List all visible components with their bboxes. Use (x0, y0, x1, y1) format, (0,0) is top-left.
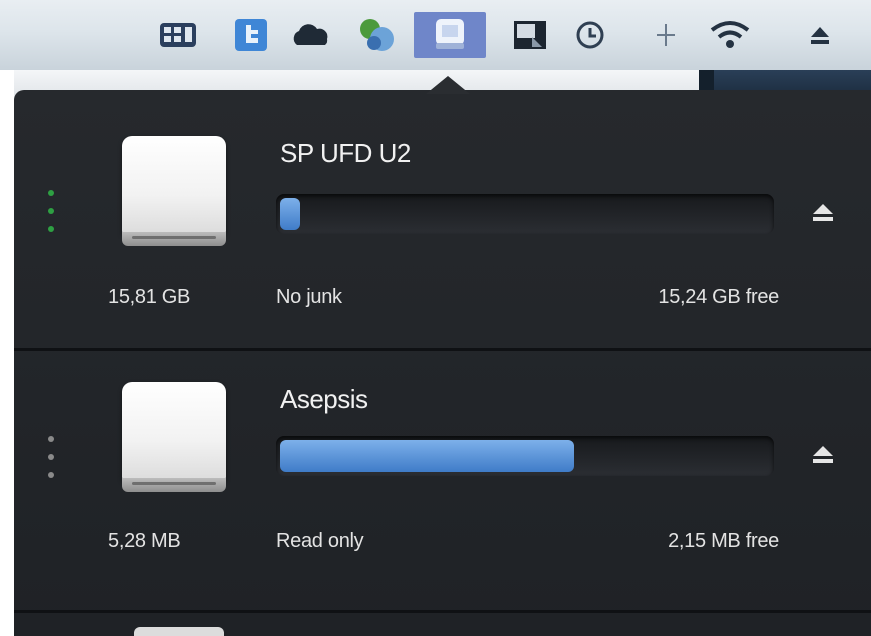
drive-icon (134, 627, 224, 636)
indicator-dot (48, 436, 54, 442)
popover-arrow (426, 76, 470, 94)
eject-icon (813, 204, 833, 221)
drive-row[interactable]: Asepsis 5,28 MB Read only 2,15 MB free (14, 352, 871, 610)
drive-slot (132, 482, 216, 485)
usage-bar (276, 436, 774, 476)
menu-bar (0, 0, 871, 70)
usage-fill (280, 198, 300, 230)
layout-icon[interactable] (152, 12, 204, 58)
drive-base (122, 478, 226, 492)
usage-fill (280, 440, 574, 472)
row-divider (14, 610, 871, 613)
eject-icon[interactable] (798, 12, 842, 58)
drive-icon[interactable] (414, 12, 486, 58)
drive-name: Asepsis (280, 384, 368, 414)
connection-indicator (48, 436, 54, 478)
drive-status: No junk (276, 286, 342, 308)
drive-free-space: 2,15 MB free (668, 530, 779, 552)
connection-indicator (48, 190, 54, 232)
drive-name: SP UFD U2 (280, 138, 411, 168)
drive-free-space: 15,24 GB free (658, 286, 779, 308)
drive-size: 5,28 MB (108, 530, 181, 552)
usage-bar (276, 194, 774, 234)
indicator-dot (48, 190, 54, 196)
indicator-dot (48, 208, 54, 214)
drive-body (122, 382, 226, 480)
recycle-icon[interactable] (350, 12, 402, 58)
drive-size: 15,81 GB (108, 286, 191, 308)
indicator-dot (48, 472, 54, 478)
cloud-icon[interactable] (286, 12, 336, 58)
screen-icon[interactable] (505, 12, 555, 58)
drive-icon (122, 136, 226, 248)
eject-icon (813, 446, 833, 463)
drive-icon (122, 382, 226, 494)
indicator-dot (48, 454, 54, 460)
row-divider (14, 348, 871, 351)
drive-status: Read only (276, 530, 364, 552)
time-machine-icon[interactable] (568, 12, 612, 58)
bluetooth-icon[interactable] (644, 12, 688, 58)
twitter-icon[interactable] (228, 12, 274, 58)
drive-slot (132, 236, 216, 239)
drive-base (122, 232, 226, 246)
eject-button[interactable] (810, 442, 836, 468)
drive-row[interactable]: SP UFD U2 15,81 GB No junk 15,24 GB free (14, 90, 871, 348)
wifi-icon[interactable] (704, 12, 756, 58)
indicator-dot (48, 226, 54, 232)
drives-popover: SP UFD U2 15,81 GB No junk 15,24 GB free… (14, 90, 871, 636)
eject-button[interactable] (810, 200, 836, 226)
drive-body (122, 136, 226, 234)
